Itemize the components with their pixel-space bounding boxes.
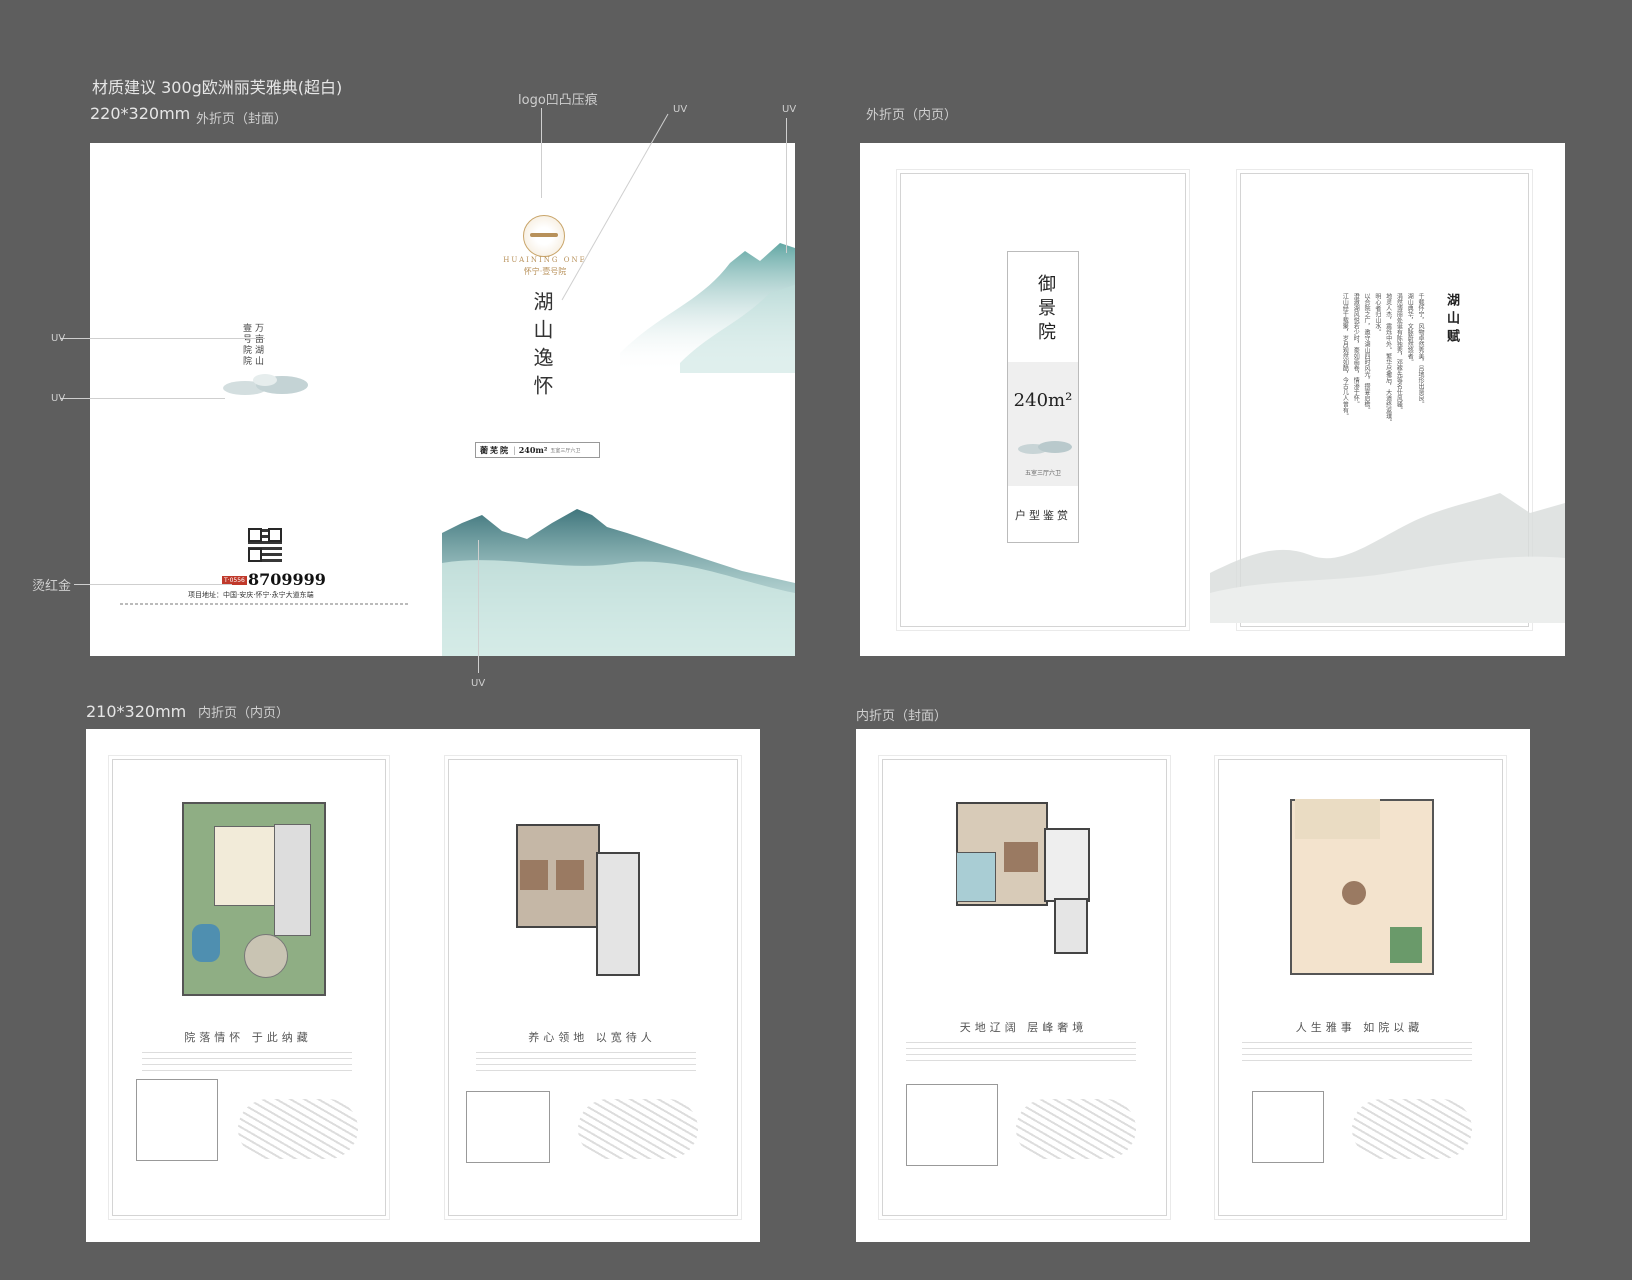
- unit-tag: 蘅芜院 | 240m² 五室三厅六卫: [475, 442, 600, 458]
- unit-card-area: 240m²: [1013, 390, 1073, 411]
- inner-pages-panel: 院落情怀 于此纳藏 养心领地 以宽待人: [86, 729, 760, 1242]
- phone-number: 8709999: [248, 570, 326, 589]
- project-address: 项目地址：中国·安庆·怀宁·永宁大道东端: [188, 591, 314, 599]
- uv-callout: UV: [673, 104, 688, 115]
- qr-code: [248, 528, 282, 562]
- site-map: [1016, 1099, 1136, 1159]
- inner-size-label: 210*320mm: [86, 702, 187, 721]
- page-caption: 人生雅事 如院以藏: [1295, 1021, 1424, 1034]
- cloud-icon: [1018, 441, 1072, 454]
- brand-logo-icon: [523, 215, 565, 257]
- poem-line: 涓然博丽处诞有陈独秀，邓稼先等名仕风骚。: [1395, 293, 1403, 413]
- site-map: [1352, 1099, 1472, 1159]
- site-map: [238, 1099, 358, 1159]
- site-map: [578, 1099, 698, 1159]
- outer-size-label: 220*320mm: [90, 104, 191, 123]
- floor-plan-fourth: [1290, 799, 1434, 975]
- outer-cover-panel: HUAINING ONE 怀宁·壹号院 湖山逸怀 蘅芜院 | 240m² 五室三…: [90, 143, 795, 656]
- poem-line: 以合院之广，邀守湖山四时风光，攒宴启檐。: [1363, 293, 1371, 413]
- cloud-icon: [223, 374, 308, 395]
- unit-card-rooms: 五室三厅六卫: [1024, 470, 1061, 477]
- unit-card-caption: 户型鉴赏: [1015, 509, 1071, 522]
- poem-title: 湖山赋: [1444, 293, 1459, 347]
- unit-area: 240m²: [518, 445, 548, 455]
- floor-plan-third: [956, 802, 1096, 954]
- page-notes: [142, 1051, 352, 1071]
- logo-emboss-note: logo凹凸压痕: [518, 93, 598, 108]
- page-notes: [906, 1041, 1136, 1061]
- callout-line: [541, 108, 542, 198]
- callout-line: [478, 540, 479, 673]
- floor-plan-second: [516, 824, 666, 976]
- side-slogan-1: 万亩湖山: [253, 323, 263, 367]
- callout-line: [60, 338, 265, 339]
- poem-line: 澄澈湖风悦若少时，豪如画卷，情渗于怀。: [1352, 293, 1360, 407]
- page-caption: 院落情怀 于此纳藏: [184, 1031, 312, 1044]
- callout-line: [60, 398, 225, 399]
- poem-line: 明心者归山水。: [1373, 293, 1381, 335]
- poem-line: 江山经千载聚，岁月观然如酷，今古几人曾有。: [1341, 293, 1349, 419]
- poem-line: 千载怀宁，风物卓然秀美，吕地形出贤良。: [1417, 293, 1424, 407]
- cover-title: 湖山逸怀: [530, 291, 554, 403]
- unit-card: 御景院 240m² 五室三厅六卫 户型鉴赏: [1007, 251, 1079, 543]
- material-note: 材质建议 300g欧洲丽芙雅典(超白): [92, 78, 343, 97]
- outer-cover-label: 外折页（封面）: [196, 112, 288, 127]
- unit-name: 蘅芜院: [480, 444, 510, 455]
- foil-callout: 烫红金: [32, 579, 72, 594]
- poem-line: 湖山典华，文脉蔚然悠者。: [1406, 293, 1414, 365]
- unit-rooms: 五室三厅六卫: [550, 447, 581, 454]
- inner-inner-label: 内折页（内页）: [198, 706, 290, 721]
- side-slogan-2: 壹号院院: [241, 323, 251, 367]
- mountain-painting-grey: [1210, 493, 1565, 623]
- page-notes: [1242, 1041, 1472, 1061]
- mini-plan: [1252, 1091, 1324, 1163]
- mini-plan: [136, 1079, 218, 1161]
- inner-cover-label: 内折页（封面）: [856, 709, 948, 724]
- inner-cover-panel: 天地辽阔 层峰奢境 人生雅事 如院以藏: [856, 729, 1530, 1242]
- uv-callout: UV: [471, 678, 486, 689]
- page-notes: [476, 1051, 696, 1071]
- fine-print: [120, 603, 410, 605]
- unit-card-title: 御景院: [1035, 274, 1056, 346]
- callout-line: [74, 584, 232, 585]
- floor-plan-garden: [182, 802, 326, 996]
- callout-line: [561, 113, 669, 301]
- mini-plan: [466, 1091, 550, 1163]
- page-caption: 天地辽阔 层峰奢境: [959, 1021, 1088, 1034]
- mini-plan: [906, 1084, 998, 1166]
- poem-line: 地灵人杰，震烁中外。繁华尽撒后，大道终返璞。: [1384, 293, 1392, 425]
- mountain-painting-bottom: [442, 509, 795, 656]
- unit-card-band: 240m² 五室三厅六卫: [1008, 362, 1078, 486]
- outer-inner-panel: 御景院 240m² 五室三厅六卫 户型鉴赏 湖山赋 千载怀宁，风物卓然秀美，吕地…: [860, 143, 1565, 656]
- callout-line: [786, 118, 787, 253]
- uv-callout: UV: [782, 104, 797, 115]
- poem-body: 千载怀宁，风物卓然秀美，吕地形出贤良。 湖山典华，文脉蔚然悠者。 涓然博丽处诞有…: [1312, 293, 1424, 483]
- outer-inner-label: 外折页（内页）: [866, 108, 958, 123]
- page-caption: 养心领地 以宽待人: [528, 1031, 656, 1044]
